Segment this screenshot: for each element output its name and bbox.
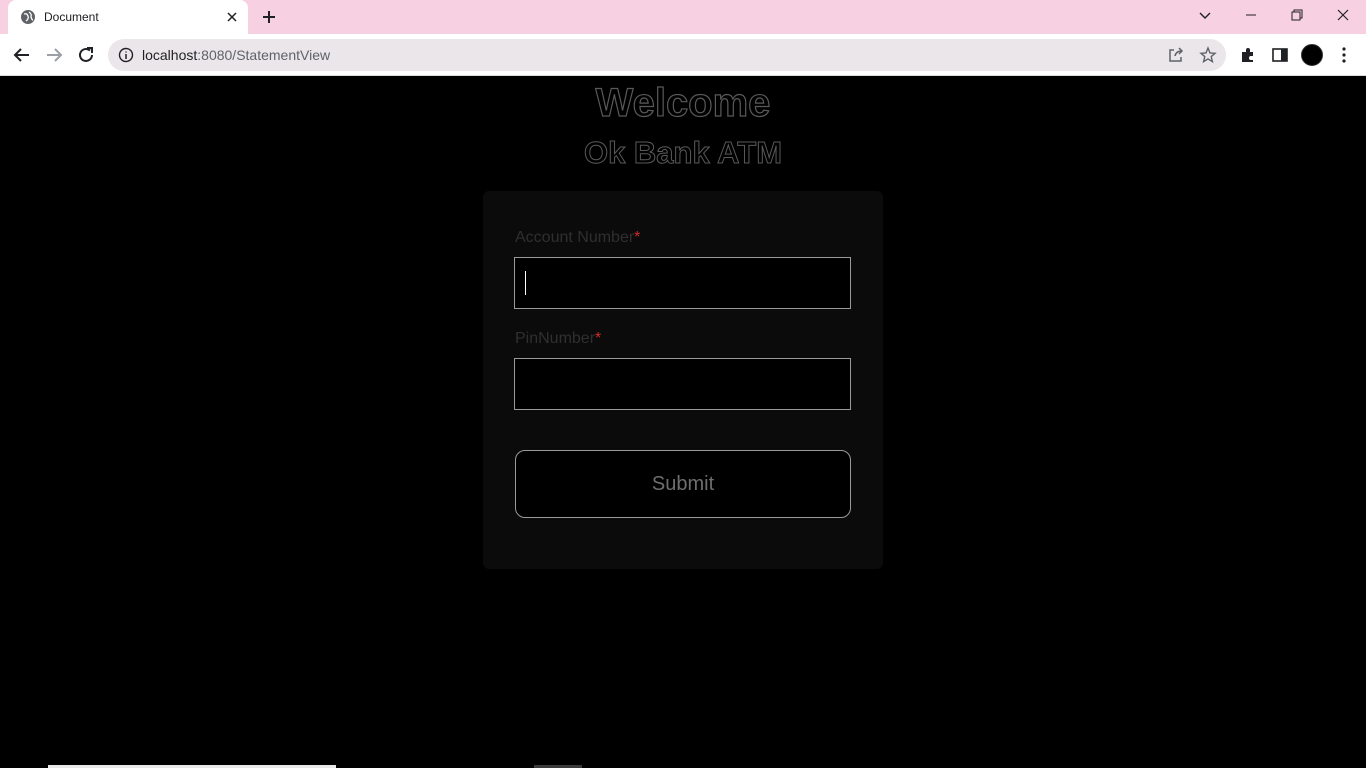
- account-number-label-text: Account Number: [515, 229, 635, 246]
- submit-button[interactable]: Submit: [515, 450, 851, 518]
- required-mark: *: [595, 330, 602, 347]
- login-form: Account Number* PinNumber* Submit: [483, 191, 883, 569]
- reload-icon: [79, 47, 93, 62]
- tab-document[interactable]: Document: [8, 0, 248, 34]
- back-button[interactable]: [10, 43, 34, 67]
- globe-icon: [21, 10, 35, 24]
- url-path: :8080/StatementView: [197, 47, 331, 63]
- minimize-icon: [1246, 14, 1256, 16]
- extensions-button[interactable]: [1238, 45, 1258, 65]
- restore-icon: [1291, 9, 1303, 21]
- forward-button[interactable]: [42, 43, 66, 67]
- extensions-icon: [1242, 48, 1253, 62]
- close-window-button[interactable]: [1320, 0, 1366, 30]
- required-mark: *: [634, 229, 641, 246]
- account-number-label: Account Number*: [515, 229, 640, 247]
- page-content: Welcome Ok Bank ATM Account Number* PinN…: [0, 77, 1366, 768]
- plus-icon[interactable]: [260, 8, 278, 26]
- side-panel-icon: [1272, 48, 1288, 62]
- page-title: Welcome: [595, 80, 771, 125]
- url-text[interactable]: localhost:8080/StatementView: [142, 47, 330, 63]
- pin-number-input[interactable]: [514, 358, 851, 410]
- menu-icon: [1342, 47, 1346, 63]
- pin-number-label: PinNumber*: [515, 330, 601, 348]
- info-icon[interactable]: [118, 47, 134, 63]
- side-panel-button[interactable]: [1270, 45, 1290, 65]
- url-host: localhost: [142, 47, 198, 63]
- tab-title: Document: [44, 10, 99, 24]
- chevron-down-icon: [1199, 12, 1211, 19]
- share-icon[interactable]: [1167, 46, 1185, 64]
- account-number-input[interactable]: [514, 257, 851, 309]
- tab-search-button[interactable]: [1182, 0, 1228, 30]
- browser-toolbar: localhost:8080/StatementView: [0, 34, 1366, 76]
- page-subtitle: Ok Bank ATM: [583, 135, 783, 171]
- avatar[interactable]: [1301, 44, 1323, 66]
- forward-icon: [47, 48, 63, 62]
- close-icon[interactable]: [224, 9, 240, 25]
- menu-button[interactable]: [1334, 45, 1354, 65]
- star-icon[interactable]: [1199, 46, 1217, 64]
- address-bar[interactable]: localhost:8080/StatementView: [108, 39, 1226, 71]
- restore-button[interactable]: [1274, 0, 1320, 30]
- close-window-icon: [1337, 9, 1349, 21]
- tab-strip: Document: [0, 0, 1366, 34]
- reload-button[interactable]: [74, 43, 98, 67]
- text-caret: [525, 271, 526, 295]
- back-icon: [13, 48, 29, 62]
- pin-number-label-text: PinNumber: [515, 330, 596, 347]
- minimize-button[interactable]: [1228, 0, 1274, 30]
